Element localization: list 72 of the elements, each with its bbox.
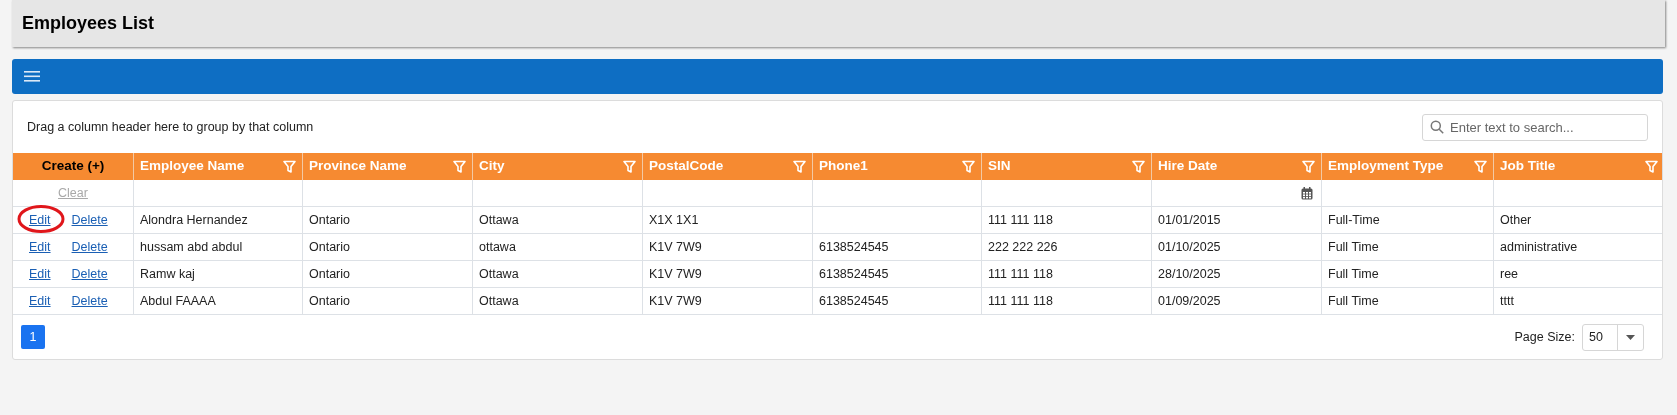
table-cell-text: Ottawa [479,211,519,229]
edit-link[interactable]: Edit [29,237,51,257]
menu-icon[interactable] [24,71,40,82]
table-cell-text: hussam abd abdul [140,238,243,256]
filter-icon[interactable] [623,159,636,174]
table-cell-text: Ontario [309,238,350,256]
column-header[interactable]: City [473,153,643,180]
delete-link[interactable]: Delete [71,291,108,311]
table-cell-text: Full Time [1328,292,1379,310]
page-size-select[interactable]: 50 [1582,323,1644,351]
search-field[interactable]: Enter text to search... [1422,113,1648,141]
group-hint: Drag a column header here to group by that column [27,118,314,136]
table-cell-text: 01/10/2025 [1158,238,1221,256]
table-cell-text: tttt [1500,292,1514,310]
search-icon [1430,119,1444,134]
table-cell-text: Other [1500,211,1532,229]
table-cell-text: K1V 7W9 [649,238,702,256]
table-cell-text: Ontario [309,292,350,310]
filter-icon[interactable] [1474,159,1487,174]
table-cell-text: Full Time [1328,238,1379,256]
calendar-icon[interactable] [1301,186,1313,200]
filter-icon[interactable] [1645,159,1658,174]
table-cell-text: Ottawa [479,292,519,310]
table-cell-text: K1V 7W9 [649,265,702,283]
table-cell-text: K1V 7W9 [649,292,702,310]
edit-link[interactable]: Edit [29,291,51,311]
column-header[interactable]: Province Name [303,153,473,180]
column-header[interactable]: Hire Date [1152,153,1322,180]
column-header[interactable]: Employee Name [134,153,303,180]
delete-link[interactable]: Delete [71,210,108,230]
table-cell-text: 6138524545 [819,292,889,310]
table-cell-text: 111 111 118 [988,211,1053,229]
table-cell-text: X1X 1X1 [649,211,699,229]
caret-icon [1626,334,1635,340]
filter-icon[interactable] [283,159,296,174]
table-cell-text: Alondra Hernandez [140,211,248,229]
delete-link[interactable]: Delete [71,264,108,284]
create-button[interactable]: Create (+) [41,156,105,177]
filter-icon[interactable] [1132,159,1145,174]
filter-icon[interactable] [793,159,806,174]
table-cell-text: ree [1500,265,1519,283]
page-button[interactable]: 1 [21,325,45,349]
table-cell-text: Full Time [1328,265,1379,283]
column-header[interactable]: Job Title [1494,153,1664,180]
table-cell-text: Ontario [309,265,350,283]
column-header[interactable]: Phone1 [813,153,982,180]
table-cell-text: Ottawa [479,265,519,283]
table-cell-text: Full-Time [1328,211,1380,229]
table-cell-text: Ramw kaj [140,265,195,283]
delete-link[interactable]: Delete [71,237,108,257]
column-header[interactable]: PostalCode [643,153,813,180]
table-cell-text: 6138524545 [819,238,889,256]
column-header[interactable]: SIN [982,153,1152,180]
table-cell-text: Ontario [309,211,350,229]
table-cell-text: 6138524545 [819,265,889,283]
table-cell-text: administrative [1500,238,1578,256]
table-cell-text: Abdul FAAAA [140,292,216,310]
page-title: Employees List [22,12,155,35]
page-size-label: Page Size: [1514,328,1575,346]
table-cell-text: 28/10/2025 [1158,265,1221,283]
table-cell-text: 01/01/2015 [1158,211,1221,229]
table-cell-text: ottawa [479,238,516,256]
clear-link[interactable]: Clear [58,183,88,203]
table-cell-text: 111 111 118 [988,265,1053,283]
table-cell-text: 222 222 226 [988,238,1058,256]
filter-icon[interactable] [1302,159,1315,174]
edit-link[interactable]: Edit [29,264,51,284]
filter-icon[interactable] [453,159,466,174]
table-cell-text: 111 111 118 [988,292,1053,310]
column-header[interactable]: Employment Type [1322,153,1494,180]
table-cell-text: 01/09/2025 [1158,292,1221,310]
filter-icon[interactable] [962,159,975,174]
